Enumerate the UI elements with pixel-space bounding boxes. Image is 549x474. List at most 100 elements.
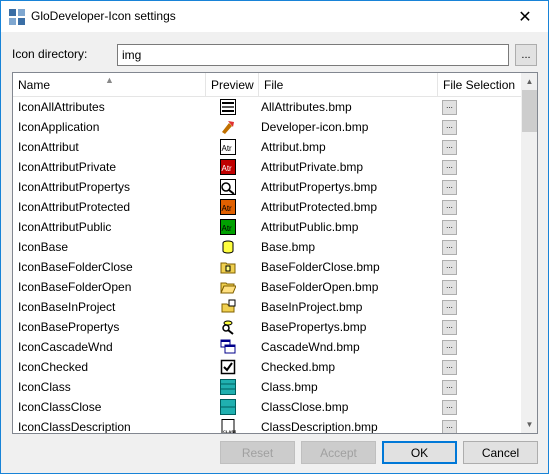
file-selection-button[interactable]: ... (442, 240, 457, 255)
file-selection-button[interactable]: ... (442, 360, 457, 375)
vertical-scrollbar[interactable]: ▲ ▼ (521, 73, 537, 433)
column-header-preview[interactable]: Preview (206, 73, 259, 97)
accept-button[interactable]: Accept (301, 441, 376, 464)
file-selection-button[interactable]: ... (442, 420, 457, 433)
icon-directory-input[interactable] (117, 44, 509, 66)
cascade-window-icon (220, 339, 240, 355)
row-name: IconAttributPropertys (18, 180, 131, 194)
file-selection-button[interactable]: ... (442, 320, 457, 335)
window-title: GloDeveloper-Icon settings (31, 9, 176, 23)
row-name: IconClass (18, 380, 71, 394)
file-selection-button[interactable]: ... (442, 160, 457, 175)
browse-directory-button[interactable]: ... (515, 44, 537, 66)
table-row[interactable]: IconAttribut Atr Attribut.bmp... (13, 137, 521, 157)
attr-protected-icon: Atr (220, 199, 240, 215)
row-name: IconChecked (18, 360, 89, 374)
table-row[interactable]: IconChecked Checked.bmp... (13, 357, 521, 377)
table-row[interactable]: IconAttributPrivate Atr AttributPrivate.bm… (13, 157, 521, 177)
row-name: IconBasePropertys (18, 320, 120, 334)
file-selection-button[interactable]: ... (442, 280, 457, 295)
row-file: AttributPrivate.bmp (261, 160, 364, 174)
row-file: Checked.bmp (261, 360, 336, 374)
cancel-button[interactable]: Cancel (463, 441, 538, 464)
file-selection-button[interactable]: ... (442, 400, 457, 415)
base-folder-close-icon (220, 259, 240, 275)
row-file: BaseFolderOpen.bmp (261, 280, 379, 294)
row-name: IconClassDescription (18, 420, 131, 434)
row-name: IconApplication (18, 120, 100, 134)
row-name: IconClassClose (18, 400, 102, 414)
list-rows: IconAllAttributes AllAttributes.bmp... Ico… (13, 97, 521, 434)
table-row[interactable]: IconClass Class.bmp... (13, 377, 521, 397)
close-button[interactable]: ✕ (502, 1, 548, 32)
table-row[interactable]: IconClassDescription CLASS ClassDescriptio… (13, 417, 521, 434)
column-header-file[interactable]: File (259, 73, 438, 97)
row-file: Class.bmp (261, 380, 318, 394)
row-name: IconBaseFolderClose (18, 260, 133, 274)
base-icon (220, 239, 240, 255)
base-in-project-icon (220, 299, 240, 315)
file-selection-button[interactable]: ... (442, 180, 457, 195)
attr-all-icon (220, 99, 240, 115)
application-icon (220, 119, 240, 135)
row-name: IconBaseInProject (18, 300, 116, 314)
table-row[interactable]: IconBaseFolderOpen BaseFolderOpen.bmp... (13, 277, 521, 297)
scroll-down-icon[interactable]: ▼ (521, 416, 537, 433)
attr-propertys-icon (220, 179, 240, 195)
table-row[interactable]: IconBaseFolderClose BaseFolderClose.bmp..… (13, 257, 521, 277)
row-file: CascadeWnd.bmp (261, 340, 360, 354)
column-header-name[interactable]: ▲ Name (13, 73, 206, 97)
file-selection-button[interactable]: ... (442, 200, 457, 215)
file-selection-button[interactable]: ... (442, 220, 457, 235)
class-description-icon: CLASS (220, 419, 240, 434)
table-row[interactable]: IconAttributPropertys AttributPropertys.b… (13, 177, 521, 197)
file-selection-button[interactable]: ... (442, 380, 457, 395)
row-name: IconAttributProtected (18, 200, 131, 214)
dialog-window: GloDeveloper-Icon settings ✕ Icon direct… (0, 0, 549, 474)
icon-list: ▲ Name Preview File File Selection IconA… (12, 72, 538, 434)
table-row[interactable]: IconApplication Developer-icon.bmp... (13, 117, 521, 137)
svg-text:Atr: Atr (222, 164, 233, 173)
list-header: ▲ Name Preview File File Selection (13, 73, 521, 97)
table-row[interactable]: IconAttributPublic Atr AttributPublic.bmp.… (13, 217, 521, 237)
table-row[interactable]: IconBasePropertys BasePropertys.bmp... (13, 317, 521, 337)
table-row[interactable]: IconAttributProtected Atr AttributProtecte… (13, 197, 521, 217)
row-file: AttributPropertys.bmp (261, 180, 378, 194)
row-name: IconAttribut (18, 140, 79, 154)
row-file: ClassClose.bmp (261, 400, 349, 414)
attr-public-icon: Atr (220, 219, 240, 235)
table-row[interactable]: IconCascadeWnd CascadeWnd.bmp... (13, 337, 521, 357)
file-selection-button[interactable]: ... (442, 260, 457, 275)
svg-text:CLASS: CLASS (223, 429, 236, 434)
table-row[interactable]: IconClassClose ClassClose.bmp... (13, 397, 521, 417)
file-selection-button[interactable]: ... (442, 140, 457, 155)
row-name: IconAttributPublic (18, 220, 112, 234)
row-file: BaseInProject.bmp (261, 300, 363, 314)
title-bar: GloDeveloper-Icon settings ✕ (1, 1, 548, 32)
svg-text:Atr: Atr (222, 224, 233, 233)
scroll-up-icon[interactable]: ▲ (521, 73, 537, 90)
file-selection-button[interactable]: ... (442, 300, 457, 315)
column-header-file-selection[interactable]: File Selection (438, 73, 521, 97)
row-name: IconAllAttributes (18, 100, 105, 114)
row-name: IconCascadeWnd (18, 340, 113, 354)
base-folder-open-icon (220, 279, 240, 295)
table-row[interactable]: IconAllAttributes AllAttributes.bmp... (13, 97, 521, 117)
ok-button[interactable]: OK (382, 441, 457, 464)
base-propertys-icon (220, 319, 240, 335)
checked-icon (220, 359, 240, 375)
file-selection-button[interactable]: ... (442, 120, 457, 135)
row-file: Developer-icon.bmp (261, 120, 369, 134)
file-selection-button[interactable]: ... (442, 100, 457, 115)
scroll-thumb[interactable] (522, 90, 537, 132)
app-icon (9, 9, 25, 25)
svg-text:Atr: Atr (222, 144, 233, 153)
row-name: IconAttributPrivate (18, 160, 117, 174)
table-row[interactable]: IconBaseInProject BaseInProject.bmp... (13, 297, 521, 317)
table-row[interactable]: IconBase Base.bmp... (13, 237, 521, 257)
row-name: IconBaseFolderOpen (18, 280, 132, 294)
reset-button[interactable]: Reset (220, 441, 295, 464)
row-file: AttributPublic.bmp (261, 220, 359, 234)
attr-icon: Atr (220, 139, 240, 155)
file-selection-button[interactable]: ... (442, 340, 457, 355)
